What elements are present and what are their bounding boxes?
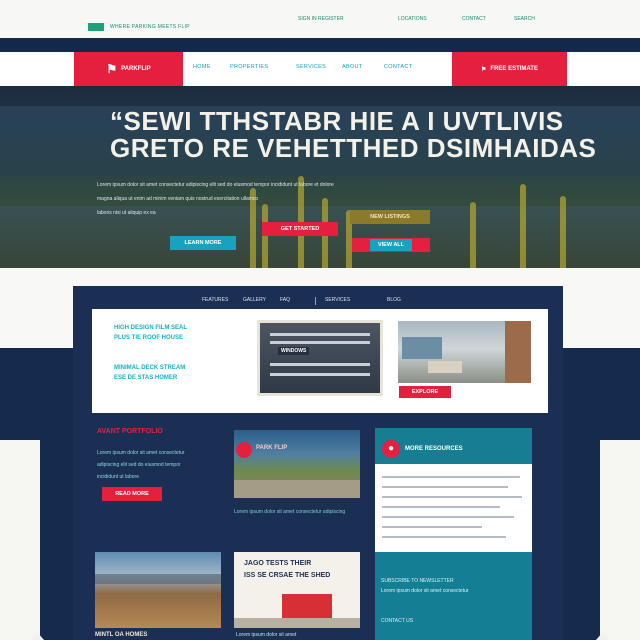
shed-title-line-1: JAGO TESTS THEIR: [244, 560, 312, 567]
hero-headline: “SEWI TTHSTABR HIE A I UVTLIVIS GRETO RE…: [110, 106, 597, 163]
hero-grass: [560, 196, 566, 268]
view-all-label: VIEW ALL: [369, 239, 413, 251]
text-line: [382, 496, 522, 498]
tab-services[interactable]: SERVICES: [325, 297, 350, 303]
portfolio-title: AVANT PORTFOLIO: [97, 428, 163, 435]
new-listings-badge: NEW LISTINGS: [350, 210, 430, 224]
tagline: WHERE PARKING MEETS FLIP: [110, 24, 190, 30]
nav-link-services[interactable]: SERVICES: [296, 64, 326, 70]
subscribe-link[interactable]: SUBSCRIBE TO NEWSLETTER: [381, 578, 454, 584]
shed-title-line-2: ISS SE CRSAE THE SHED: [244, 572, 331, 579]
feature-item: MINIMAL DECK STREAM: [114, 365, 186, 371]
tab-faq[interactable]: FAQ: [280, 297, 290, 303]
navy-strip: [0, 38, 640, 52]
side-block-right: [600, 440, 640, 640]
nav-link-properties[interactable]: PROPERTIES: [230, 64, 268, 70]
view-all-button-frame[interactable]: VIEW ALL: [352, 238, 430, 252]
contact-link[interactable]: CONTACT US: [381, 618, 413, 624]
hero-subtext-1: Lorem ipsum dolor sit amet consectetur a…: [97, 182, 334, 188]
patio-wall: [505, 321, 531, 383]
text-line: [382, 486, 508, 488]
side-block-left: [0, 440, 40, 640]
portfolio-text: adipiscing elit sed do eiusmod tempor: [97, 462, 181, 468]
top-utility-bar: WHERE PARKING MEETS FLIP SIGN IN REGISTE…: [0, 0, 640, 38]
text-line: [382, 536, 506, 538]
learn-more-button[interactable]: LEARN MORE: [170, 236, 236, 250]
park-tile[interactable]: PARK FLIP: [234, 430, 360, 498]
window-photo[interactable]: WINDOWS: [257, 320, 383, 396]
nav-link-home[interactable]: HOME: [193, 64, 211, 70]
hero-banner: “SEWI TTHSTABR HIE A I UVTLIVIS GRETO RE…: [0, 86, 640, 268]
tab-gallery[interactable]: GALLERY: [243, 297, 266, 303]
estimate-button[interactable]: ⚑ FREE ESTIMATE: [452, 52, 567, 86]
patio-photo[interactable]: [398, 321, 531, 383]
hero-headline-line-2: GRETO RE VEHETTHED DSIMHAIDAS: [110, 133, 597, 163]
feature-item: HIGH DESIGN FILM SEAL: [114, 325, 188, 331]
patio-pool: [402, 337, 442, 359]
read-more-button[interactable]: READ MORE: [102, 487, 162, 501]
panel-tabs: FEATURES GALLERY FAQ SERVICES BLOG: [73, 294, 563, 308]
main-nav: ⚑ PARKFLIP HOME PROPERTIES SERVICES ABOU…: [0, 52, 640, 86]
shed-title: JAGO TESTS THEIR ISS SE CRSAE THE SHED: [244, 558, 330, 582]
text-line: [382, 526, 482, 528]
shed-caption: Lorem ipsum dolor sit amet: [236, 632, 297, 638]
shed-tile[interactable]: JAGO TESTS THEIR ISS SE CRSAE THE SHED: [234, 552, 360, 628]
resources-card-header: ● MORE RESOURCES: [375, 428, 532, 464]
hero-grass: [470, 202, 476, 268]
nav-link-contact[interactable]: CONTACT: [384, 64, 412, 70]
park-caption: Lorem ipsum dolor sit amet consectetur a…: [234, 509, 346, 515]
shed-image: [282, 594, 332, 618]
patio-sofa: [428, 361, 462, 373]
scroll-up-arrow-icon[interactable]: [30, 632, 44, 640]
window-slat: [270, 333, 370, 336]
text-line: [382, 476, 520, 478]
canyon-caption: MINTL OA HOMES: [95, 632, 148, 638]
hero-grass: [262, 204, 268, 268]
feature-item: ESE DE STAS HOMER: [114, 375, 178, 381]
brand-name: PARKFLIP: [121, 66, 151, 72]
resources-card-body: [375, 464, 532, 552]
park-deck: [234, 480, 360, 498]
start-button[interactable]: GET STARTED: [262, 222, 338, 236]
resources-title: MORE RESOURCES: [405, 446, 463, 452]
hero-subtext-3: laboris nisi ut aliquip ex ea: [97, 210, 156, 216]
util-link-contact[interactable]: CONTACT: [462, 16, 486, 22]
portfolio-text: incididunt ut labore: [97, 474, 139, 480]
resources-card: ● MORE RESOURCES SUBSCRIBE TO NEWSLETTER…: [375, 428, 532, 640]
nav-link-about[interactable]: ABOUT: [342, 64, 362, 70]
feature-item: PLUS TIE ROOF HOUSE: [114, 335, 184, 341]
text-line: [382, 516, 514, 518]
hero-grass: [520, 184, 526, 268]
cta-icon: ⚑: [481, 66, 487, 73]
shed-ground: [234, 618, 360, 628]
window-label: WINDOWS: [278, 347, 310, 355]
tab-features[interactable]: FEATURES: [202, 297, 228, 303]
window-slat: [270, 363, 370, 366]
park-title: PARK FLIP: [256, 445, 288, 451]
brand-icon: ⚑: [106, 62, 118, 76]
hero-subtext-2: magna aliqua ut enim ad minim veniam qui…: [97, 196, 259, 202]
text-line: [382, 506, 500, 508]
logo-chip[interactable]: [88, 23, 104, 31]
util-link-search[interactable]: SEARCH: [514, 16, 535, 22]
hero-water: [0, 206, 640, 268]
tab-separator: [315, 297, 316, 305]
scroll-up-arrow-icon[interactable]: [596, 632, 610, 640]
window-slat: [270, 373, 370, 376]
canyon-photo[interactable]: [95, 552, 221, 628]
resources-icon: ●: [382, 440, 400, 458]
park-pin-icon: [236, 442, 252, 458]
portfolio-text: Lorem ipsum dolor sit amet consectetur: [97, 450, 185, 456]
resources-footer-text: Lorem ipsum dolor sit amet consectetur: [381, 588, 469, 594]
hero-headline-line-1: “SEWI TTHSTABR HIE A I UVTLIVIS: [110, 106, 564, 136]
canyon-ridge: [95, 574, 221, 584]
util-link-locations[interactable]: LOCATIONS: [398, 16, 427, 22]
tab-blog[interactable]: BLOG: [387, 297, 401, 303]
window-slat: [270, 341, 370, 344]
util-link-signin[interactable]: SIGN IN REGISTER: [298, 16, 344, 22]
brand-logo[interactable]: ⚑ PARKFLIP: [74, 52, 183, 86]
cta-label: FREE ESTIMATE: [490, 66, 538, 72]
explore-button[interactable]: EXPLORE: [399, 386, 451, 398]
